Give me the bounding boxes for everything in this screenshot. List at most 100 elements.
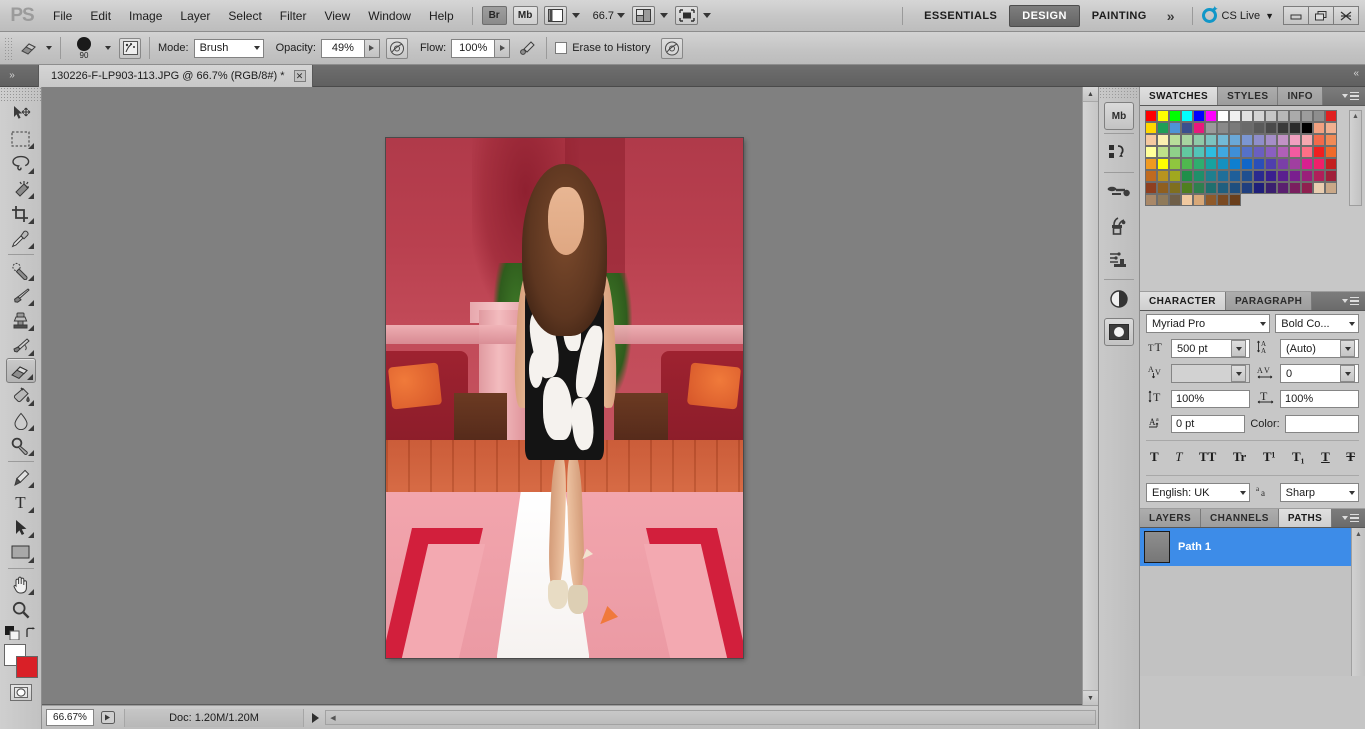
- color-swatch[interactable]: [1313, 170, 1325, 182]
- color-swatch[interactable]: [1265, 122, 1277, 134]
- faux-italic-button[interactable]: T: [1175, 449, 1182, 465]
- brush-preset-caret-icon[interactable]: [105, 46, 111, 50]
- color-swatch[interactable]: [1253, 110, 1265, 122]
- color-swatch[interactable]: [1205, 122, 1217, 134]
- color-swatch[interactable]: [1193, 182, 1205, 194]
- brush-preset-preview[interactable]: 90: [69, 36, 99, 60]
- color-swatch[interactable]: [1217, 194, 1229, 206]
- rectangular-marquee-tool[interactable]: [6, 126, 36, 151]
- color-swatch[interactable]: [1277, 158, 1289, 170]
- color-swatch[interactable]: [1289, 170, 1301, 182]
- screen-mode-caret-icon[interactable]: [703, 13, 712, 18]
- color-swatch[interactable]: [1157, 110, 1169, 122]
- all-caps-button[interactable]: TT: [1199, 449, 1216, 465]
- adjustments-dock-icon[interactable]: [1103, 245, 1135, 275]
- color-swatch[interactable]: [1217, 158, 1229, 170]
- launch-bridge-button[interactable]: Br: [481, 6, 507, 25]
- color-swatch[interactable]: [1217, 182, 1229, 194]
- color-swatch[interactable]: [1325, 122, 1337, 134]
- color-swatch[interactable]: [1169, 182, 1181, 194]
- mini-bridge-dock-icon[interactable]: Mb: [1104, 102, 1134, 130]
- color-swatch[interactable]: [1181, 170, 1193, 182]
- tab-character[interactable]: CHARACTER: [1140, 292, 1226, 310]
- leading-dropdown-icon[interactable]: [1340, 340, 1355, 357]
- background-color-well[interactable]: [15, 656, 38, 678]
- color-swatch[interactable]: [1157, 146, 1169, 158]
- zoom-percentage-field[interactable]: 66.67%: [46, 709, 94, 726]
- color-swatch[interactable]: [1169, 122, 1181, 134]
- color-swatch[interactable]: [1169, 170, 1181, 182]
- workspace-design[interactable]: DESIGN: [1009, 4, 1080, 27]
- color-swatch[interactable]: [1265, 182, 1277, 194]
- tab-styles[interactable]: STYLES: [1218, 87, 1279, 105]
- tab-paths[interactable]: PATHS: [1278, 509, 1333, 527]
- dodge-tool[interactable]: [6, 433, 36, 458]
- color-swatch[interactable]: [1253, 182, 1265, 194]
- screen-mode-icon[interactable]: [675, 6, 699, 25]
- cs-live-button[interactable]: CS Live ▼: [1201, 4, 1274, 23]
- underline-button[interactable]: T: [1321, 449, 1330, 465]
- document-tab[interactable]: 130226-F-LP903-113.JPG @ 66.7% (RGB/8#) …: [38, 65, 313, 87]
- history-brush-tool[interactable]: [6, 333, 36, 358]
- color-swatch[interactable]: [1289, 158, 1301, 170]
- opacity-scrubber[interactable]: [364, 38, 380, 58]
- blur-tool[interactable]: [6, 408, 36, 433]
- brush-tool[interactable]: [6, 283, 36, 308]
- swap-colors-icon[interactable]: [25, 627, 37, 639]
- eraser-preset-caret-icon[interactable]: [46, 46, 52, 50]
- color-swatch[interactable]: [1325, 110, 1337, 122]
- color-swatch[interactable]: [1181, 122, 1193, 134]
- scroll-down-icon[interactable]: ▼: [1083, 690, 1098, 705]
- color-swatch[interactable]: [1313, 122, 1325, 134]
- subscript-button[interactable]: T₁: [1292, 449, 1305, 465]
- color-swatch[interactable]: [1145, 110, 1157, 122]
- workspace-painting[interactable]: PAINTING: [1080, 5, 1159, 27]
- color-swatch[interactable]: [1193, 170, 1205, 182]
- color-swatch[interactable]: [1301, 122, 1313, 134]
- menu-help[interactable]: Help: [420, 5, 463, 27]
- small-caps-button[interactable]: Tr: [1233, 449, 1246, 465]
- close-icon[interactable]: ✕: [293, 70, 306, 82]
- language-select[interactable]: English: UK: [1146, 483, 1250, 502]
- color-swatch[interactable]: [1145, 122, 1157, 134]
- flow-control[interactable]: 100%: [451, 38, 511, 58]
- history-actions-dock-icon[interactable]: [1103, 138, 1135, 168]
- color-swatch[interactable]: [1157, 182, 1169, 194]
- color-swatch[interactable]: [1289, 110, 1301, 122]
- color-swatch[interactable]: [1217, 170, 1229, 182]
- color-swatch[interactable]: [1169, 158, 1181, 170]
- color-swatch[interactable]: [1241, 170, 1253, 182]
- eraser-tool[interactable]: [5, 358, 36, 383]
- color-swatch[interactable]: [1229, 170, 1241, 182]
- color-swatch[interactable]: [1325, 170, 1337, 182]
- color-swatch[interactable]: [1241, 182, 1253, 194]
- canvas-area[interactable]: ▲ ▼: [42, 87, 1098, 705]
- menu-image[interactable]: Image: [120, 5, 171, 27]
- color-swatch[interactable]: [1241, 158, 1253, 170]
- color-swatch[interactable]: [1301, 158, 1313, 170]
- default-colors-icon[interactable]: [4, 626, 21, 640]
- color-swatch[interactable]: [1217, 134, 1229, 146]
- color-swatch[interactable]: [1181, 158, 1193, 170]
- color-swatch[interactable]: [1229, 122, 1241, 134]
- color-swatch[interactable]: [1145, 146, 1157, 158]
- paths-panel-menu-icon[interactable]: [1336, 509, 1365, 527]
- color-swatch[interactable]: [1301, 134, 1313, 146]
- flow-scrubber[interactable]: [495, 38, 511, 58]
- horizontal-type-tool[interactable]: T: [6, 490, 36, 515]
- anti-alias-select[interactable]: Sharp: [1279, 483, 1359, 502]
- tools-panel-grip[interactable]: [0, 87, 41, 101]
- color-swatch[interactable]: [1313, 146, 1325, 158]
- color-swatch[interactable]: [1205, 182, 1217, 194]
- color-swatch[interactable]: [1241, 146, 1253, 158]
- spot-healing-brush-tool[interactable]: [6, 258, 36, 283]
- swatches-grid[interactable]: [1145, 110, 1361, 206]
- color-swatch[interactable]: [1193, 134, 1205, 146]
- color-swatch[interactable]: [1253, 122, 1265, 134]
- tracking-dropdown-icon[interactable]: [1340, 365, 1355, 382]
- color-swatch[interactable]: [1289, 134, 1301, 146]
- color-swatch[interactable]: [1181, 146, 1193, 158]
- tab-info[interactable]: INFO: [1278, 87, 1323, 105]
- quick-mask-mode-icon[interactable]: [9, 684, 32, 701]
- color-swatch[interactable]: [1193, 122, 1205, 134]
